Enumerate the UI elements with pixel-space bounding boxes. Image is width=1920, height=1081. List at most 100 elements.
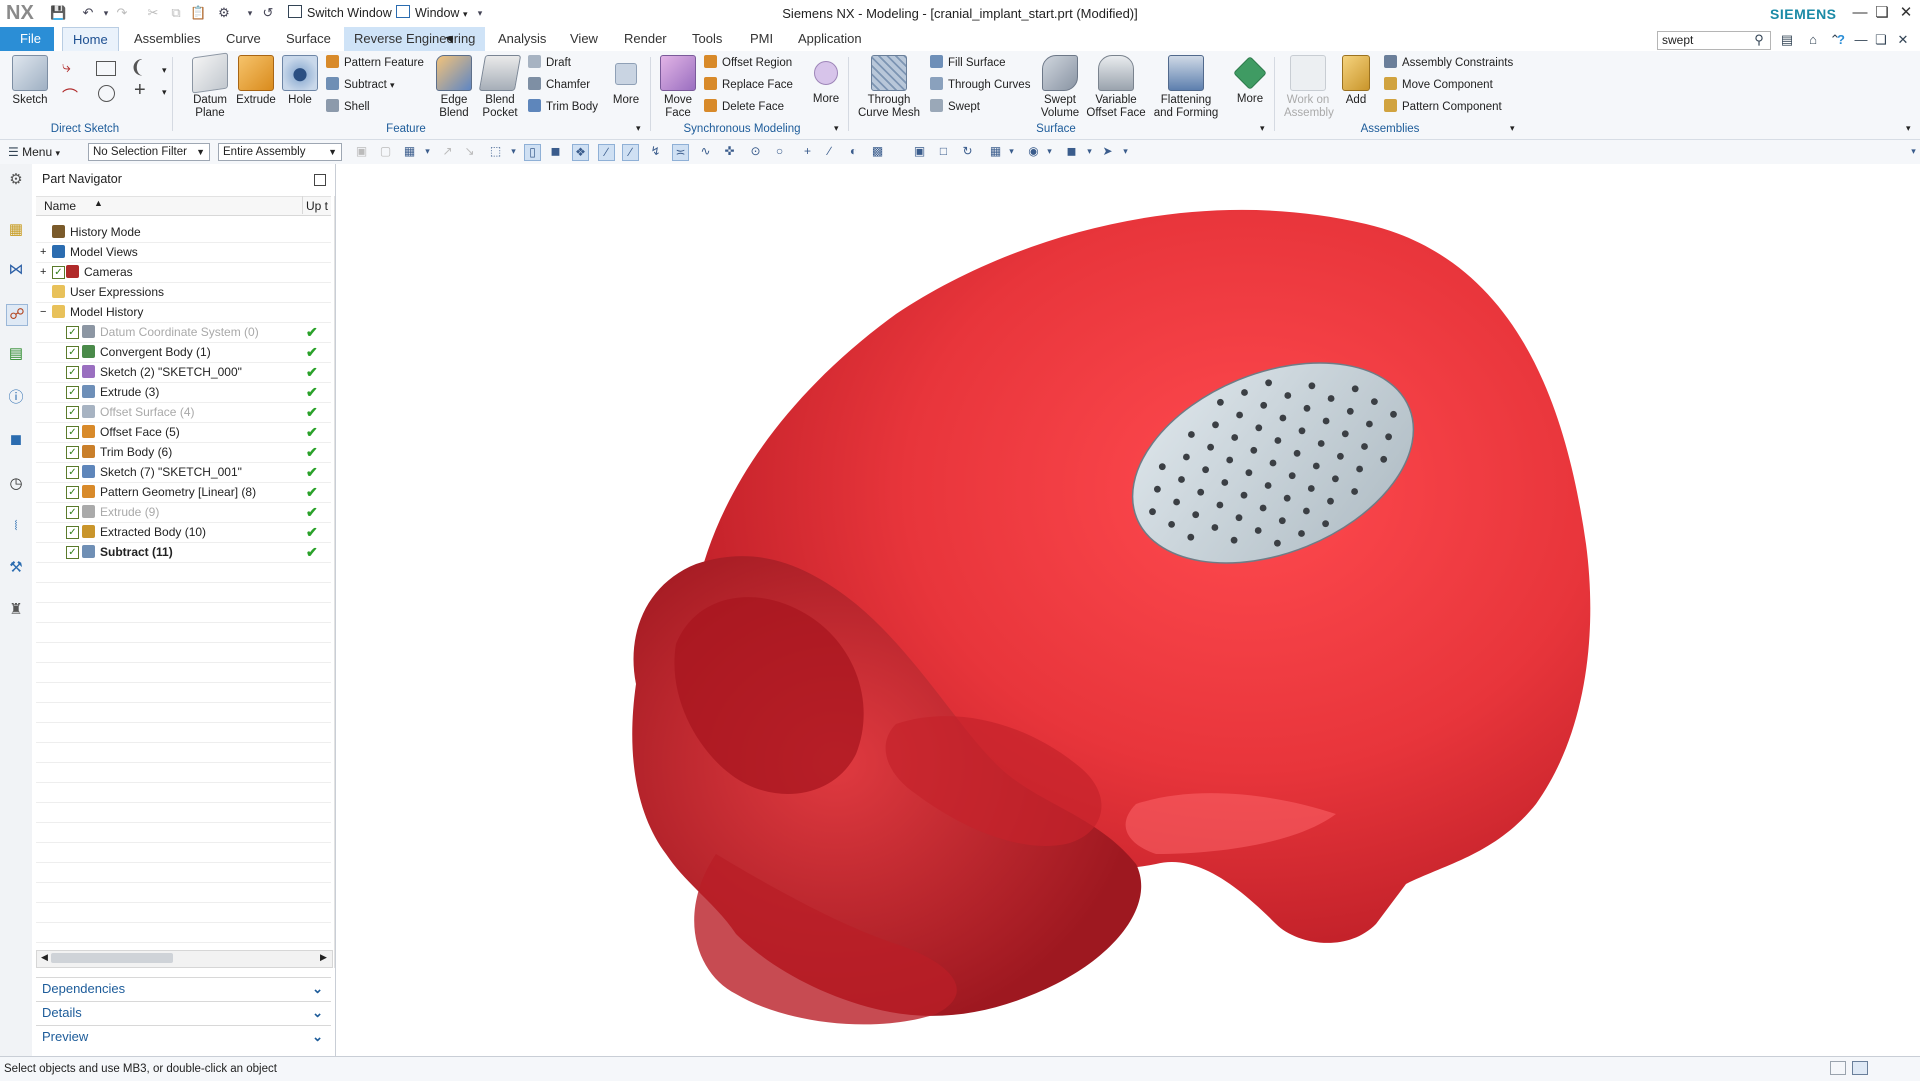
pattern-feature-button[interactable]: Pattern Feature [326,54,424,72]
visibility-checkbox[interactable]: ✓ [66,506,79,519]
shaded-dropdown-icon[interactable]: ▾ [1082,144,1097,159]
visibility-checkbox[interactable]: ✓ [66,446,79,459]
tree-row[interactable]: + Model Views [36,242,331,263]
status-icon-one[interactable] [1830,1061,1846,1075]
save-icon[interactable]: 💾 [50,5,66,21]
history-icon[interactable]: ◼ [6,430,26,450]
general-selection-icon[interactable]: ▣ [354,144,369,159]
paste-icon[interactable]: 📋 [190,5,206,21]
tab-reverse-engineering[interactable]: Reverse Engineering [344,27,486,51]
tree-row[interactable]: + ✓ Cameras [36,262,331,283]
redo-icon[interactable]: ↷ [114,5,130,21]
tree-row[interactable]: ✓ Datum Coordinate System (0) ✔ [36,322,331,343]
pattern-component-button[interactable]: Pattern Component [1384,98,1502,116]
sketch-button[interactable]: Sketch [8,55,52,107]
roles-icon[interactable]: ♜ [6,600,26,620]
downstream-icon[interactable]: ↘ [462,144,477,159]
column-up-to-date[interactable]: Up t [306,199,328,213]
shell-button[interactable]: Shell [326,98,370,116]
through-curve-mesh-button[interactable]: Through Curve Mesh [856,55,922,120]
delete-face-button[interactable]: Delete Face [704,98,784,116]
tree-row[interactable]: − Model History [36,302,331,323]
tab-pmi[interactable]: PMI [740,27,783,51]
chamfer-button[interactable]: Chamfer [528,76,590,94]
face-selection-icon[interactable]: ❖ [572,144,589,161]
edge-blend-button[interactable]: Edge Blend [432,55,476,120]
preview-panel[interactable]: Preview ⌄ [36,1025,331,1048]
select-all-icon[interactable]: ▦ [402,144,417,159]
process-studio-icon[interactable]: ⧙ [6,516,26,536]
add-component-button[interactable]: Add [1338,55,1374,107]
scrollbar-thumb[interactable] [51,953,173,963]
tree-row[interactable]: ✓ Offset Face (5) ✔ [36,422,331,443]
snap-point-on-icon[interactable]: ⊙ [748,144,763,159]
datum-plane-button[interactable]: Datum Plane [186,52,234,120]
end-point-icon[interactable]: ∕ [822,144,837,159]
tangent-curve-icon[interactable]: ≍ [672,144,689,161]
offset-region-button[interactable]: Offset Region [704,54,792,72]
manufacturing-wizards-icon[interactable]: ⚒ [6,558,26,578]
assembly-navigator-icon[interactable]: ▦ [6,220,26,240]
sync-more-button[interactable]: More [806,55,846,106]
visibility-checkbox[interactable]: ✓ [52,266,65,279]
draft-button[interactable]: Draft [528,54,571,72]
tree-row[interactable]: ✓ Sketch (7) "SKETCH_001" ✔ [36,462,331,483]
tab-tools[interactable]: Tools [682,27,732,51]
ribbon-options-icon[interactable]: ▾ [1906,123,1911,134]
shaded-icon[interactable]: ◼ [1064,144,1079,159]
curve-selection-icon[interactable]: ∕ [598,144,615,161]
clip-section-icon[interactable]: ➤ [1100,144,1115,159]
upstream-icon[interactable]: ↗ [440,144,455,159]
assembly-constraints-button[interactable]: Assembly Constraints [1384,54,1513,72]
dependencies-panel[interactable]: Dependencies ⌄ [36,977,331,1000]
visibility-checkbox[interactable]: ✓ [66,386,79,399]
repeat-command-icon[interactable]: ⚙ [216,5,232,21]
variable-offset-face-button[interactable]: Variable Offset Face [1086,55,1146,120]
rectangle-select-dropdown-icon[interactable]: ▾ [506,144,521,159]
doc-restore-icon[interactable]: ❏ [1872,31,1890,49]
surface-more-button[interactable]: More [1230,55,1270,106]
undo-icon[interactable]: ↶ [80,5,96,21]
select-dropdown-icon[interactable]: ▾ [420,144,435,159]
tree-row[interactable]: User Expressions [36,282,331,303]
feature-more-button[interactable]: More [606,55,646,107]
scroll-left-icon[interactable]: ◀ [41,952,48,963]
move-component-button[interactable]: Move Component [1384,76,1493,94]
undo-dropdown-icon[interactable]: ▾ [98,5,114,21]
replace-face-button[interactable]: Replace Face [704,76,793,94]
help-question-icon[interactable]: ? [1832,31,1850,49]
customize-quick-access-icon[interactable]: ▾ [472,5,488,21]
rectangle-select-icon[interactable]: ⬚ [488,144,503,159]
restore-icon[interactable]: ❏ [1872,3,1892,23]
orient-view-icon[interactable]: ▦ [988,144,1003,159]
window-menu-button[interactable]: Window ▾ [396,5,467,21]
sketch-more-dropdown-icon[interactable]: ▾ [162,65,167,76]
swept-volume-button[interactable]: Swept Volume [1038,55,1082,120]
trim-body-button[interactable]: Trim Body [528,98,598,116]
visibility-checkbox[interactable]: ✓ [66,326,79,339]
edge-selection-icon[interactable]: ∕ [622,144,639,161]
arc-icon[interactable]: ⌒ [62,83,82,106]
tab-view[interactable]: View [560,27,608,51]
subtract-button[interactable]: Subtract ▾ [326,76,395,94]
tree-row[interactable]: ✓ Convergent Body (1) ✔ [36,342,331,363]
sketch-more-dropdown2-icon[interactable]: ▾ [162,87,167,98]
fill-surface-button[interactable]: Fill Surface [930,54,1006,72]
expand-icon[interactable]: + [40,242,46,262]
search-icon[interactable]: ⚲ [1750,31,1768,49]
through-curves-button[interactable]: Through Curves [930,76,1030,94]
column-name[interactable]: Name [44,199,76,213]
tree-row[interactable]: History Mode [36,222,331,243]
doc-close-icon[interactable]: ✕ [1894,31,1912,49]
line-icon[interactable]: ❨ [130,57,150,77]
deselect-icon[interactable]: ▢ [378,144,393,159]
tab-assemblies[interactable]: Assemblies [124,27,210,51]
point-icon[interactable]: + [134,79,154,101]
tree-row[interactable]: ✓ Trim Body (6) ✔ [36,442,331,463]
toolbar-options-icon[interactable]: ▾ [1906,144,1920,159]
visibility-checkbox[interactable]: ✓ [66,526,79,539]
clip-dropdown-icon[interactable]: ▾ [1118,144,1133,159]
touch-mode-icon[interactable]: ↺ [260,5,276,21]
tree-row[interactable]: ✓ Offset Surface (4) ✔ [36,402,331,423]
visibility-checkbox[interactable]: ✓ [66,366,79,379]
